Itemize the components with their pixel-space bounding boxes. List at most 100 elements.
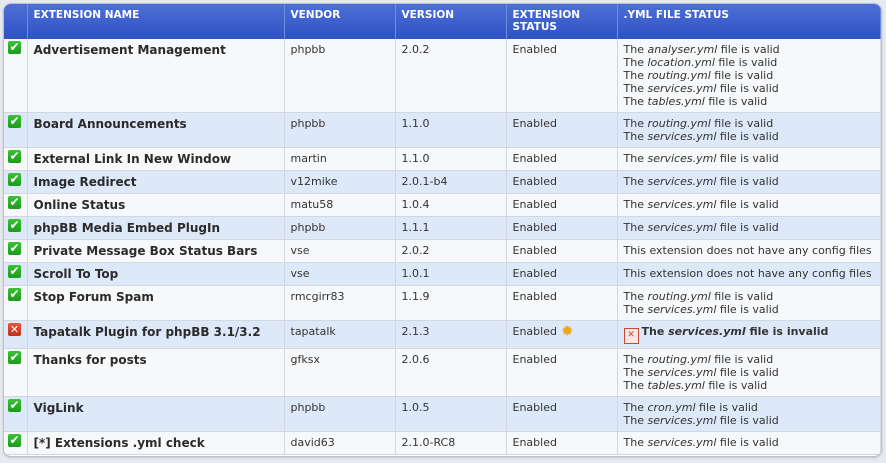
vendor: phpbb <box>284 112 396 148</box>
check-icon: ✔ <box>8 114 21 128</box>
yml-validity: valid <box>750 56 778 69</box>
table-row: ✔ Image Redirect v12mike 2.0.1-b4 Enabled The… <box>4 170 881 194</box>
yml-validity: valid <box>746 69 774 82</box>
status-text: Enabled <box>512 244 557 257</box>
yml-file-status: The cron.yml file is valid The services.y… <box>617 396 881 432</box>
extension-name: Private Message Box Status Bars <box>27 239 285 263</box>
row-status-cell: ✔ <box>4 170 28 194</box>
status-text: Enabled <box>512 221 557 234</box>
table-row: ✔ [*] Extensions .yml check david63 2.1.0-R… <box>4 431 881 455</box>
header-icon-column <box>4 4 28 39</box>
yml-validity: valid <box>752 152 779 165</box>
gear-icon[interactable]: ✹ <box>561 322 574 340</box>
yml-file-name: services.yml <box>647 152 717 165</box>
status-text: Enabled <box>512 401 557 414</box>
vendor: gfksx <box>284 348 396 397</box>
check-icon: ✔ <box>8 40 21 54</box>
row-status-cell: ✔ <box>4 285 28 321</box>
yml-line: The tables.yml file is valid <box>623 95 768 108</box>
vendor: vse <box>284 262 396 286</box>
table-row: ✔ phpBB Media Embed PlugIn phpbb 1.1.1 Enabl… <box>4 216 881 240</box>
version: 1.0.5 <box>395 396 507 432</box>
yml-line: The services.yml file is valid <box>623 152 779 165</box>
extension-status: Enabled <box>506 147 618 171</box>
vendor: phpbb <box>284 396 396 432</box>
vendor: rmcgirr83 <box>284 285 396 321</box>
check-icon: ✔ <box>8 287 21 301</box>
version: 2.1.0-RC8 <box>395 431 507 455</box>
row-status-cell: ✔ <box>4 216 28 240</box>
extension-name: Stop Forum Spam <box>27 285 285 321</box>
check-icon: ✔ <box>8 195 21 209</box>
vendor: tapatalk <box>284 320 396 349</box>
status-text: Enabled <box>512 353 557 366</box>
table-row: ✔ Board Announcements phpbb 1.1.0 Enabled The… <box>4 112 881 148</box>
vendor: vse <box>284 239 396 263</box>
header-extension-name[interactable]: EXTENSION NAME <box>27 4 285 39</box>
yml-validity: valid <box>752 414 779 427</box>
row-status-cell: ✔ <box>4 39 28 113</box>
extension-name: External Link In New Window <box>27 147 285 171</box>
yml-file-name: analyser.yml <box>647 43 718 56</box>
extension-name: Scroll To Top <box>27 262 285 286</box>
header-version[interactable]: VERSION <box>395 4 507 39</box>
header-extension-status[interactable]: EXTENSION STATUS <box>506 4 618 39</box>
yml-validity: valid <box>753 43 780 56</box>
invalid-file-icon: ✕ <box>623 328 639 344</box>
status-text: Enabled <box>512 267 557 280</box>
vendor: phpbb <box>284 216 396 240</box>
status-text: Enabled <box>512 43 557 56</box>
yml-file-status: The services.yml file is valid <box>617 170 881 194</box>
yml-file-name: services.yml <box>647 175 717 188</box>
extension-name: Advertisement Management <box>27 39 285 113</box>
yml-validity: valid <box>740 379 768 392</box>
yml-file-name: services.yml <box>647 82 717 95</box>
table-row: ✔ VigLink phpbb 1.0.5 Enabled The cron.yml fi… <box>4 396 881 432</box>
header-yml-status[interactable]: .YML FILE STATUS <box>617 4 881 39</box>
yml-file-status: The analyser.yml file is valid The locati… <box>617 39 881 113</box>
extension-status: Enabled <box>506 216 618 240</box>
row-status-cell: ✔ <box>4 193 28 217</box>
status-text: Enabled <box>512 152 557 165</box>
yml-line: The services.yml file is valid <box>623 303 779 316</box>
extension-name: Tapatalk Plugin for phpBB 3.1/3.2 <box>27 320 285 349</box>
yml-file-status: The services.yml file is valid <box>617 431 881 455</box>
version: 1.0.1 <box>395 262 507 286</box>
extension-status: Enabled <box>506 239 618 263</box>
extension-status: Enabled <box>506 193 618 217</box>
yml-file-name: services.yml <box>647 221 717 234</box>
yml-validity: valid <box>752 198 779 211</box>
row-status-cell: ✔ <box>4 147 28 171</box>
check-icon: ✔ <box>8 241 21 255</box>
yml-note: This extension does not have any config … <box>623 267 872 280</box>
yml-line: The services.yml file is valid <box>623 130 779 143</box>
status-text: Enabled <box>512 290 557 303</box>
yml-file-name: location.yml <box>647 56 715 69</box>
yml-validity: valid <box>746 117 774 130</box>
header-vendor[interactable]: VENDOR <box>284 4 396 39</box>
extension-status: Enabled <box>506 431 618 455</box>
yml-validity: valid <box>752 303 779 316</box>
yml-file-name: services.yml <box>647 198 717 211</box>
check-icon: ✔ <box>8 433 21 447</box>
extension-status: Enabled <box>506 112 618 148</box>
yml-validity: valid <box>731 401 758 414</box>
status-text: Enabled <box>512 325 557 338</box>
version: 1.1.9 <box>395 285 507 321</box>
yml-file-name: services.yml <box>668 325 746 338</box>
yml-line: The location.yml file is valid <box>623 56 778 69</box>
version: 2.0.6 <box>395 348 507 397</box>
check-icon: ✔ <box>8 398 21 412</box>
table-row: ✔ Advertisement Management phpbb 2.0.2 Enabl… <box>4 39 881 113</box>
yml-file-name: services.yml <box>647 414 717 427</box>
extension-status: Enabled <box>506 285 618 321</box>
yml-validity: valid <box>746 353 774 366</box>
row-status-cell: ✔ <box>4 348 28 397</box>
extension-name: [*] Extensions .yml check <box>27 431 285 455</box>
extension-status: Enabled <box>506 39 618 113</box>
yml-line: The tables.yml file is valid <box>623 379 768 392</box>
yml-file-name: services.yml <box>647 130 717 143</box>
table-row: ✔ Thanks for posts gfksx 2.0.6 Enabled The ro… <box>4 348 881 397</box>
row-status-cell: ✔ <box>4 262 28 286</box>
yml-file-status: The routing.yml file is valid The service… <box>617 112 881 148</box>
